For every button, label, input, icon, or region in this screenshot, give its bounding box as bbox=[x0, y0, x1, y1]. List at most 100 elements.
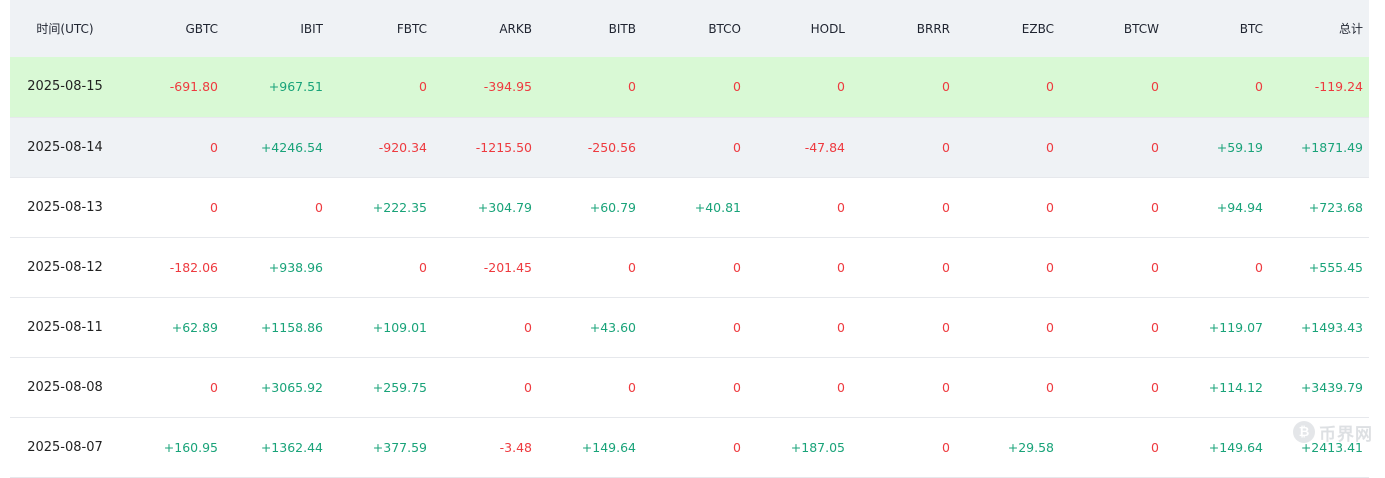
cell-fbtc: +377.59 bbox=[372, 439, 427, 455]
cell-fbtc: -920.34 bbox=[378, 139, 427, 155]
cell-bitb: 0 bbox=[628, 259, 636, 275]
cell-gbtc: 0 bbox=[210, 379, 218, 395]
cell-hodl: +187.05 bbox=[790, 439, 845, 455]
cell-bitb: -250.56 bbox=[587, 139, 636, 155]
etf-flow-table-container: 时间(UTC) GBTC IBIT FBTC ARKB BITB BTCO HO… bbox=[10, 0, 1369, 478]
cell-btc: 0 bbox=[1255, 259, 1263, 275]
cell-hodl: 0 bbox=[837, 319, 845, 335]
cell-gbtc: +62.89 bbox=[171, 319, 218, 335]
table-row[interactable]: 2025-08-14 0 +4246.54 -920.34 -1215.50 -… bbox=[10, 117, 1369, 177]
cell-ezbc: 0 bbox=[1046, 379, 1054, 395]
site-watermark: ₿ 币界网 bbox=[1293, 419, 1377, 445]
header-row: 时间(UTC) GBTC IBIT FBTC ARKB BITB BTCO HO… bbox=[10, 0, 1369, 57]
cell-brrr: 0 bbox=[942, 319, 950, 335]
etf-flow-table: 时间(UTC) GBTC IBIT FBTC ARKB BITB BTCO HO… bbox=[10, 0, 1369, 478]
cell-fbtc: +259.75 bbox=[372, 379, 427, 395]
cell-btc: +149.64 bbox=[1208, 439, 1263, 455]
column-header-btcw[interactable]: BTCW bbox=[1060, 0, 1165, 57]
cell-total: -119.24 bbox=[1314, 79, 1363, 95]
cell-fbtc: +109.01 bbox=[372, 319, 427, 335]
table-row[interactable]: 2025-08-07 +160.95 +1362.44 +377.59 -3.4… bbox=[10, 417, 1369, 477]
cell-hodl: 0 bbox=[837, 259, 845, 275]
table-header: 时间(UTC) GBTC IBIT FBTC ARKB BITB BTCO HO… bbox=[10, 0, 1369, 57]
cell-btco: 0 bbox=[733, 259, 741, 275]
cell-btcw: 0 bbox=[1151, 439, 1159, 455]
cell-arkb: -1215.50 bbox=[475, 139, 532, 155]
table-row[interactable]: 2025-08-12 -182.06 +938.96 0 -201.45 0 0… bbox=[10, 237, 1369, 297]
bitcoin-coin-icon: ₿ bbox=[1293, 421, 1315, 443]
cell-bitb: +43.60 bbox=[589, 319, 636, 335]
table-body: 2025-08-15 -691.80 +967.51 0 -394.95 0 0… bbox=[10, 57, 1369, 477]
watermark-text: 币界网 bbox=[1319, 424, 1373, 445]
cell-arkb: -394.95 bbox=[483, 79, 532, 95]
cell-total: +3439.79 bbox=[1300, 379, 1363, 395]
row-date: 2025-08-11 bbox=[27, 319, 103, 335]
cell-hodl: 0 bbox=[837, 79, 845, 95]
cell-brrr: 0 bbox=[942, 139, 950, 155]
cell-bitb: 0 bbox=[628, 379, 636, 395]
cell-fbtc: 0 bbox=[419, 79, 427, 95]
cell-bitb: 0 bbox=[628, 79, 636, 95]
cell-bitb: +60.79 bbox=[589, 199, 636, 215]
cell-gbtc: +160.95 bbox=[163, 439, 218, 455]
cell-ezbc: 0 bbox=[1046, 319, 1054, 335]
cell-ibit: +4246.54 bbox=[260, 139, 323, 155]
cell-btc: +59.19 bbox=[1216, 139, 1263, 155]
cell-brrr: 0 bbox=[942, 259, 950, 275]
column-header-btc[interactable]: BTC bbox=[1165, 0, 1269, 57]
cell-gbtc: -182.06 bbox=[169, 259, 218, 275]
column-header-time[interactable]: 时间(UTC) bbox=[10, 0, 120, 57]
table-row[interactable]: 2025-08-08 0 +3065.92 +259.75 0 0 0 0 0 … bbox=[10, 357, 1369, 417]
row-date: 2025-08-07 bbox=[27, 439, 103, 455]
cell-hodl: -47.84 bbox=[804, 139, 845, 155]
cell-bitb: +149.64 bbox=[581, 439, 636, 455]
cell-brrr: 0 bbox=[942, 79, 950, 95]
table-row[interactable]: 2025-08-15 -691.80 +967.51 0 -394.95 0 0… bbox=[10, 57, 1369, 117]
cell-btc: +114.12 bbox=[1208, 379, 1263, 395]
cell-arkb: +304.79 bbox=[477, 199, 532, 215]
cell-hodl: 0 bbox=[837, 379, 845, 395]
cell-ibit: 0 bbox=[315, 199, 323, 215]
cell-btco: 0 bbox=[733, 439, 741, 455]
cell-btc: +94.94 bbox=[1216, 199, 1263, 215]
row-date: 2025-08-15 bbox=[27, 79, 103, 95]
column-header-bitb[interactable]: BITB bbox=[538, 0, 642, 57]
cell-arkb: 0 bbox=[524, 379, 532, 395]
column-header-ibit[interactable]: IBIT bbox=[224, 0, 329, 57]
cell-ibit: +967.51 bbox=[268, 79, 323, 95]
table-row[interactable]: 2025-08-13 0 0 +222.35 +304.79 +60.79 +4… bbox=[10, 177, 1369, 237]
cell-ibit: +1158.86 bbox=[260, 319, 323, 335]
column-header-ezbc[interactable]: EZBC bbox=[956, 0, 1060, 57]
row-date: 2025-08-14 bbox=[27, 139, 103, 155]
cell-arkb: -3.48 bbox=[499, 439, 532, 455]
cell-btco: 0 bbox=[733, 139, 741, 155]
cell-btco: 0 bbox=[733, 319, 741, 335]
cell-brrr: 0 bbox=[942, 199, 950, 215]
cell-btcw: 0 bbox=[1151, 259, 1159, 275]
column-header-arkb[interactable]: ARKB bbox=[433, 0, 538, 57]
cell-ibit: +1362.44 bbox=[260, 439, 323, 455]
cell-ezbc: 0 bbox=[1046, 199, 1054, 215]
column-header-gbtc[interactable]: GBTC bbox=[120, 0, 224, 57]
row-date: 2025-08-08 bbox=[27, 379, 103, 395]
cell-btcw: 0 bbox=[1151, 319, 1159, 335]
column-header-btco[interactable]: BTCO bbox=[642, 0, 747, 57]
table-row[interactable]: 2025-08-11 +62.89 +1158.86 +109.01 0 +43… bbox=[10, 297, 1369, 357]
cell-ezbc: +29.58 bbox=[1007, 439, 1054, 455]
cell-brrr: 0 bbox=[942, 379, 950, 395]
cell-gbtc: 0 bbox=[210, 199, 218, 215]
cell-btc: +119.07 bbox=[1208, 319, 1263, 335]
cell-fbtc: +222.35 bbox=[372, 199, 427, 215]
cell-ezbc: 0 bbox=[1046, 79, 1054, 95]
column-header-total[interactable]: 总计 bbox=[1269, 0, 1369, 57]
cell-total: +1493.43 bbox=[1300, 319, 1363, 335]
cell-arkb: -201.45 bbox=[483, 259, 532, 275]
row-date: 2025-08-13 bbox=[27, 199, 103, 215]
cell-ibit: +938.96 bbox=[268, 259, 323, 275]
cell-btcw: 0 bbox=[1151, 139, 1159, 155]
column-header-hodl[interactable]: HODL bbox=[747, 0, 851, 57]
column-header-brrr[interactable]: BRRR bbox=[851, 0, 956, 57]
cell-gbtc: 0 bbox=[210, 139, 218, 155]
column-header-fbtc[interactable]: FBTC bbox=[329, 0, 433, 57]
cell-fbtc: 0 bbox=[419, 259, 427, 275]
